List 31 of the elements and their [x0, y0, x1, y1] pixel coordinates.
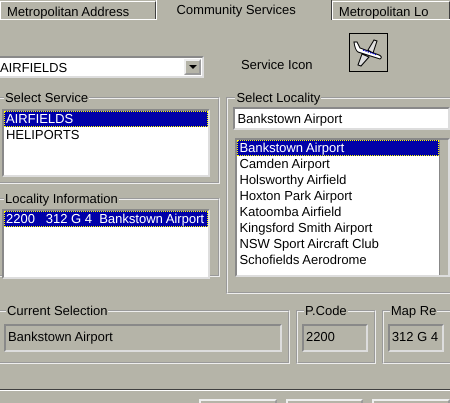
list-item[interactable]: Katoomba Airfield — [237, 204, 440, 220]
list-item[interactable]: Holsworthy Airfield — [237, 172, 440, 188]
service-dropdown[interactable]: AIRFIELDS — [0, 56, 204, 78]
caret-icon — [188, 65, 196, 69]
map-reference-field: 312 G 4 — [388, 324, 444, 352]
list-item[interactable]: HELIPORTS — [4, 127, 208, 143]
tab[interactable]: Metropolitan Address — [0, 1, 156, 19]
service-icon-label: Service Icon — [241, 57, 313, 73]
locality-info-list[interactable]: 2200 312 G 4 Bankstown Airport — [2, 209, 210, 279]
group-label: P.Code — [304, 303, 348, 318]
list-item[interactable]: Camden Airport — [237, 156, 440, 172]
list-item[interactable]: Kingsford Smith Airport — [237, 220, 440, 236]
group-label: Select Locality — [235, 90, 322, 105]
tab[interactable]: Metropolitan Lo — [332, 1, 450, 19]
group-label: Locality Information — [4, 191, 119, 206]
group-label: Select Service — [4, 90, 90, 105]
group-label: Current Selection — [6, 303, 108, 318]
list-item[interactable]: 2200 312 G 4 Bankstown Airport — [4, 211, 208, 227]
current-selection-field: Bankstown Airport — [4, 324, 282, 352]
postcode-field: 2200 — [302, 324, 368, 352]
list-item[interactable]: Hoxton Park Airport — [237, 188, 440, 204]
locality-search-field[interactable]: Bankstown Airport — [233, 107, 450, 130]
locality-list[interactable]: Bankstown Airport Camden Airport Holsworthy Airfield Hoxton Park Airport Katoomba Airfield Kingsford Smith Airport NSW Sport Aircraft Club Schofields Aerodrome — [235, 138, 450, 277]
dropdown-button[interactable] — [184, 59, 201, 75]
service-list[interactable]: AIRFIELDS HELIPORTS — [2, 109, 210, 177]
list-item[interactable]: NSW Sport Aircraft Club — [237, 236, 440, 252]
list-item[interactable]: Schofields Aerodrome — [237, 252, 440, 268]
group-label: Map Re — [390, 303, 438, 318]
tab[interactable]: Community Services — [156, 0, 332, 20]
list-item[interactable]: Bankstown Airport — [237, 140, 440, 156]
list-item[interactable]: AIRFIELDS — [4, 111, 208, 127]
